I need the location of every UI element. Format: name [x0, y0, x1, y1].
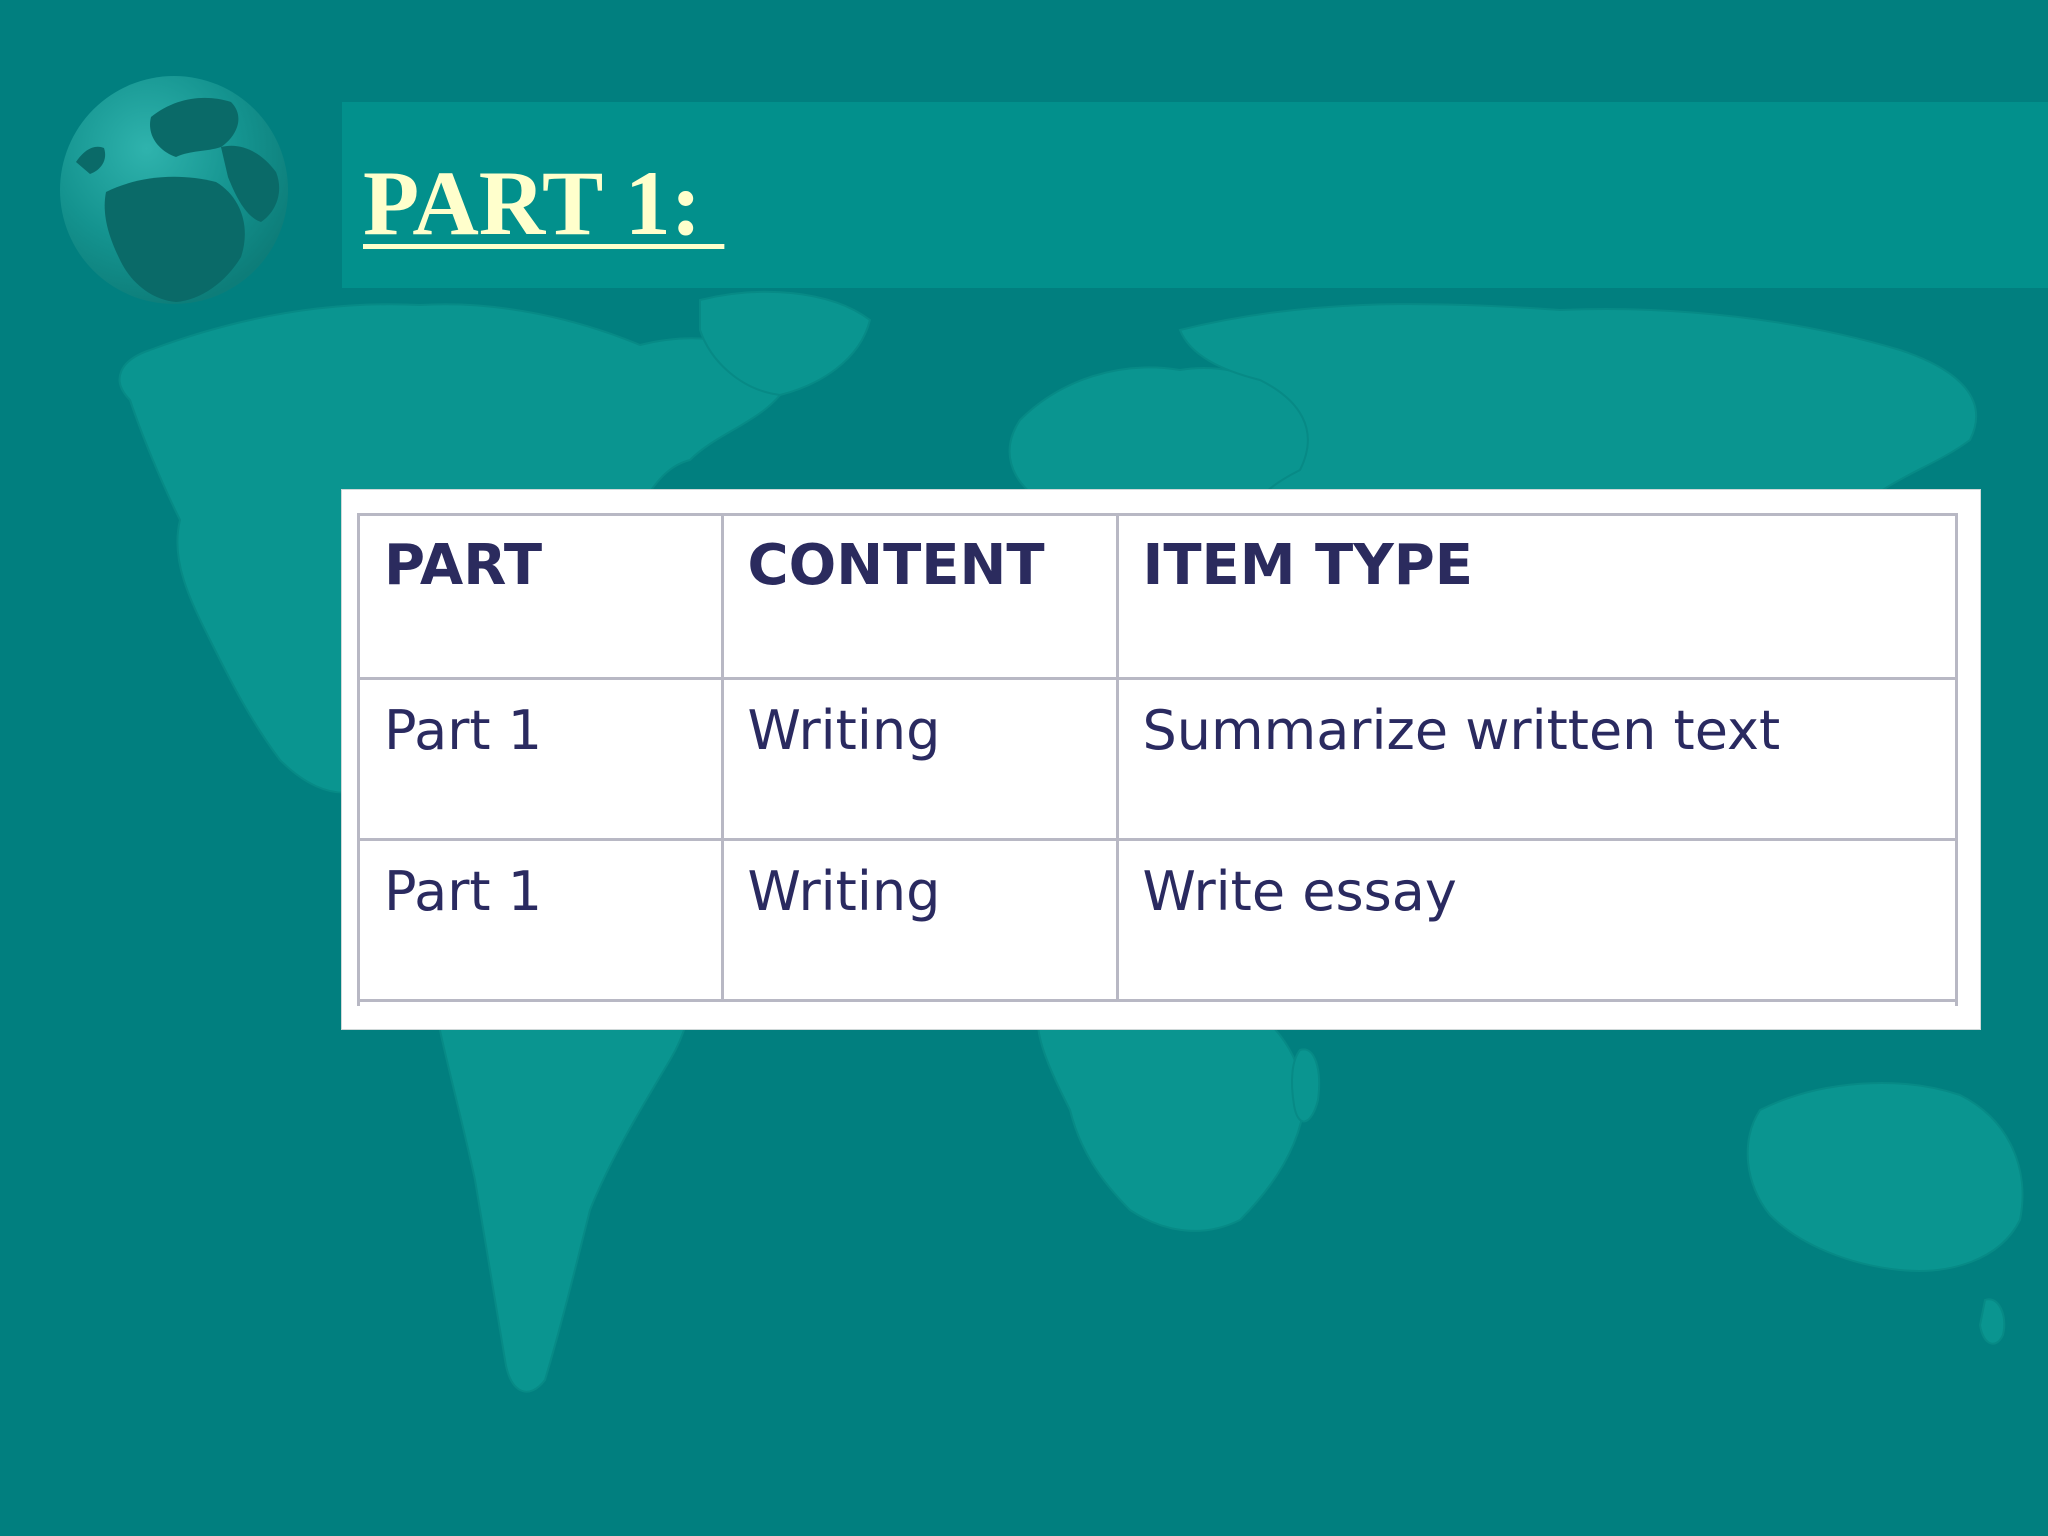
header-item-type: ITEM TYPE — [1115, 516, 1957, 678]
cell-part: Part 1 — [360, 837, 722, 1002]
table-row: Part 1 Writing Write essay — [360, 837, 1957, 1002]
globe-icon — [60, 76, 288, 304]
cell-item-type: Summarize written text — [1115, 676, 1957, 839]
table-frame: PART CONTENT ITEM TYPE Part 1 Writing Su… — [357, 513, 1958, 1006]
australia-shape — [1746, 1082, 2024, 1272]
madagascar-shape — [1291, 1048, 1321, 1123]
table-header-row: PART CONTENT ITEM TYPE — [360, 516, 1957, 678]
table-panel: PART CONTENT ITEM TYPE Part 1 Writing Su… — [341, 489, 1981, 1030]
cell-part: Part 1 — [360, 676, 722, 839]
slide-title: PART 1: — [363, 152, 725, 254]
new-zealand-shape — [1978, 1298, 2006, 1345]
table-row: Part 1 Writing Summarize written text — [360, 676, 1957, 839]
cell-content: Writing — [720, 837, 1117, 1002]
cell-content: Writing — [720, 676, 1117, 839]
cell-item-type: Write essay — [1115, 837, 1957, 1002]
header-content: CONTENT — [720, 516, 1117, 678]
header-part: PART — [384, 533, 543, 598]
item-type-table: PART CONTENT ITEM TYPE Part 1 Writing Su… — [360, 516, 1957, 1002]
